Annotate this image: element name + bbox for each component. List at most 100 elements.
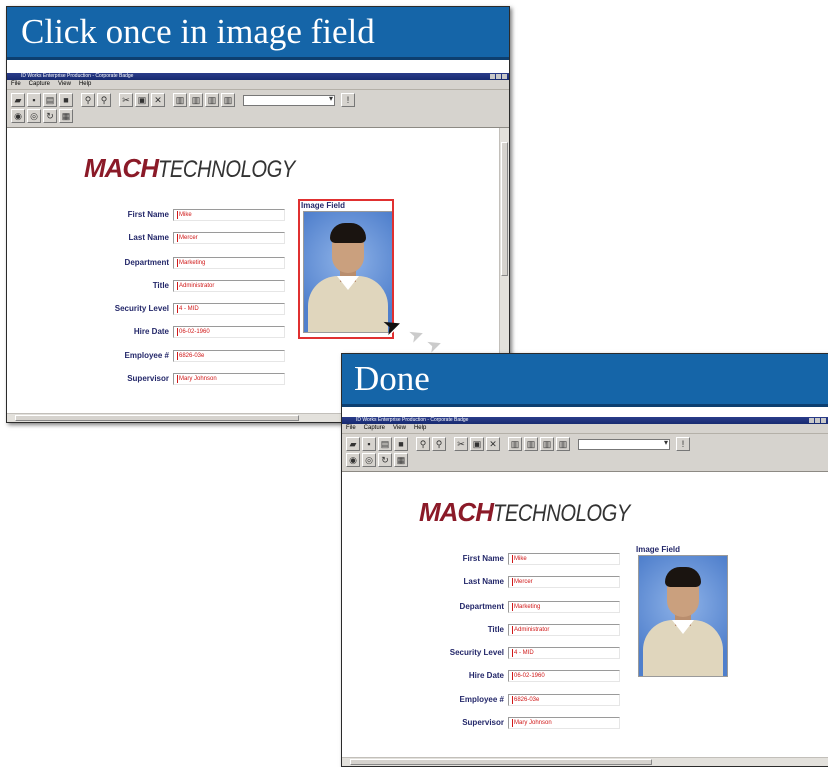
last-name-field[interactable]: Mercer [173, 232, 285, 244]
menu-view[interactable]: View [393, 424, 406, 433]
delete-icon[interactable]: ✕ [486, 437, 500, 451]
title-field[interactable]: Administrator [173, 280, 285, 292]
department-label: Department [459, 602, 504, 611]
supervisor-row: Supervisor Mary Johnson [382, 717, 620, 731]
menu-file[interactable]: File [346, 424, 356, 433]
minimize-button[interactable] [490, 74, 495, 79]
copy-icon[interactable]: ▣ [470, 437, 484, 451]
image-icon[interactable]: ▦ [394, 453, 408, 467]
horizontal-scroll-thumb[interactable] [350, 759, 652, 765]
info-icon[interactable]: ! [341, 93, 355, 107]
supervisor-field[interactable]: Mary Johnson [173, 373, 285, 385]
camera-icon[interactable]: ◎ [27, 109, 41, 123]
last-name-label: Last Name [128, 233, 169, 242]
logo-mach: MACH [84, 153, 159, 183]
align-left-icon[interactable]: ▥ [508, 437, 522, 451]
first-name-field[interactable]: Mike [508, 553, 620, 565]
zoom-out-icon[interactable]: ⚲ [432, 437, 446, 451]
last-name-label: Last Name [463, 577, 504, 586]
security-level-field[interactable]: 4 - MID [508, 647, 620, 659]
delete-icon[interactable]: ✕ [151, 93, 165, 107]
hire-date-row: Hire Date 06-02-1960 [47, 326, 285, 340]
cut-icon[interactable]: ✂ [119, 93, 133, 107]
company-logo: MACHTECHNOLOGY [419, 497, 656, 528]
close-button[interactable] [502, 74, 507, 79]
card-icon[interactable]: ■ [394, 437, 408, 451]
hire-date-row: Hire Date 06-02-1960 [382, 670, 620, 684]
info-icon[interactable]: ! [676, 437, 690, 451]
align-center-icon[interactable]: ▥ [524, 437, 538, 451]
close-button[interactable] [821, 418, 826, 423]
last-name-field[interactable]: Mercer [508, 576, 620, 588]
title-field[interactable]: Administrator [508, 624, 620, 636]
image-field[interactable]: Image Field ➤ ➤ ➤ [297, 199, 445, 357]
hire-date-field[interactable]: 06-02-1960 [173, 326, 285, 338]
menu-help[interactable]: Help [414, 424, 426, 433]
horizontal-scrollbar[interactable] [342, 757, 828, 766]
align-left-icon[interactable]: ▥ [173, 93, 187, 107]
supervisor-label: Supervisor [462, 718, 504, 727]
cut-icon[interactable]: ✂ [454, 437, 468, 451]
horizontal-scroll-thumb[interactable] [15, 415, 299, 421]
open-icon[interactable]: ▰ [346, 437, 360, 451]
align-justify-icon[interactable]: ▥ [556, 437, 570, 451]
department-row: Department Marketing [382, 601, 620, 615]
camera-icon[interactable]: ◎ [362, 453, 376, 467]
employee-number-label: Employee # [124, 351, 169, 360]
document-area[interactable]: MACHTECHNOLOGY First Name Mike Last Name M… [342, 472, 828, 766]
layout-dropdown[interactable] [243, 94, 335, 106]
minimize-button[interactable] [809, 418, 814, 423]
save-icon[interactable]: ▪ [27, 93, 41, 107]
copy-icon[interactable]: ▣ [135, 93, 149, 107]
logo-technology: TECHNOLOGY [493, 500, 630, 527]
hire-date-label: Hire Date [468, 671, 504, 680]
security-level-label: Security Level [114, 304, 169, 313]
print-icon[interactable]: ▤ [43, 93, 57, 107]
capture-icon[interactable]: ◉ [11, 109, 25, 123]
layout-dropdown[interactable] [578, 438, 670, 450]
last-name-row: Last Name Mercer [382, 576, 620, 590]
align-center-icon[interactable]: ▥ [189, 93, 203, 107]
maximize-button[interactable] [815, 418, 820, 423]
supervisor-field[interactable]: Mary Johnson [508, 717, 620, 729]
zoom-in-icon[interactable]: ⚲ [81, 93, 95, 107]
menu-capture[interactable]: Capture [364, 424, 385, 433]
panel-after: Done ID Works Enterprise Production - Co… [341, 353, 828, 767]
save-icon[interactable]: ▪ [362, 437, 376, 451]
refresh-icon[interactable]: ↻ [378, 453, 392, 467]
toolbar: ▰ ▪ ▤ ■ ⚲ ⚲ ✂ ▣ ✕ ▥ ▥ ▥ ▥ ! ◉ [7, 90, 509, 128]
menu-bar: File Capture View Help [342, 424, 828, 434]
align-right-icon[interactable]: ▥ [540, 437, 554, 451]
employee-number-row: Employee # 6826-03e [382, 694, 620, 708]
menu-bar: File Capture View Help [7, 80, 509, 90]
department-row: Department Marketing [47, 257, 285, 271]
app-window: ID Works Enterprise Production - Corpora… [342, 417, 828, 766]
security-level-field[interactable]: 4 - MID [173, 303, 285, 315]
vertical-scroll-thumb[interactable] [501, 142, 508, 276]
hire-date-field[interactable]: 06-02-1960 [508, 670, 620, 682]
employee-number-field[interactable]: 6826-03e [173, 350, 285, 362]
department-field[interactable]: Marketing [173, 257, 285, 269]
menu-help[interactable]: Help [79, 80, 91, 89]
print-icon[interactable]: ▤ [378, 437, 392, 451]
align-right-icon[interactable]: ▥ [205, 93, 219, 107]
employee-number-field[interactable]: 6826-03e [508, 694, 620, 706]
company-logo: MACHTECHNOLOGY [84, 153, 321, 184]
menu-file[interactable]: File [11, 80, 21, 89]
first-name-row: First Name Mike [382, 553, 620, 567]
department-field[interactable]: Marketing [508, 601, 620, 613]
card-icon[interactable]: ■ [59, 93, 73, 107]
image-field[interactable]: Image Field [632, 545, 732, 687]
zoom-out-icon[interactable]: ⚲ [97, 93, 111, 107]
align-justify-icon[interactable]: ▥ [221, 93, 235, 107]
menu-capture[interactable]: Capture [29, 80, 50, 89]
refresh-icon[interactable]: ↻ [43, 109, 57, 123]
image-icon[interactable]: ▦ [59, 109, 73, 123]
zoom-in-icon[interactable]: ⚲ [416, 437, 430, 451]
first-name-field[interactable]: Mike [173, 209, 285, 221]
open-icon[interactable]: ▰ [11, 93, 25, 107]
maximize-button[interactable] [496, 74, 501, 79]
menu-view[interactable]: View [58, 80, 71, 89]
capture-icon[interactable]: ◉ [346, 453, 360, 467]
security-level-label: Security Level [449, 648, 504, 657]
